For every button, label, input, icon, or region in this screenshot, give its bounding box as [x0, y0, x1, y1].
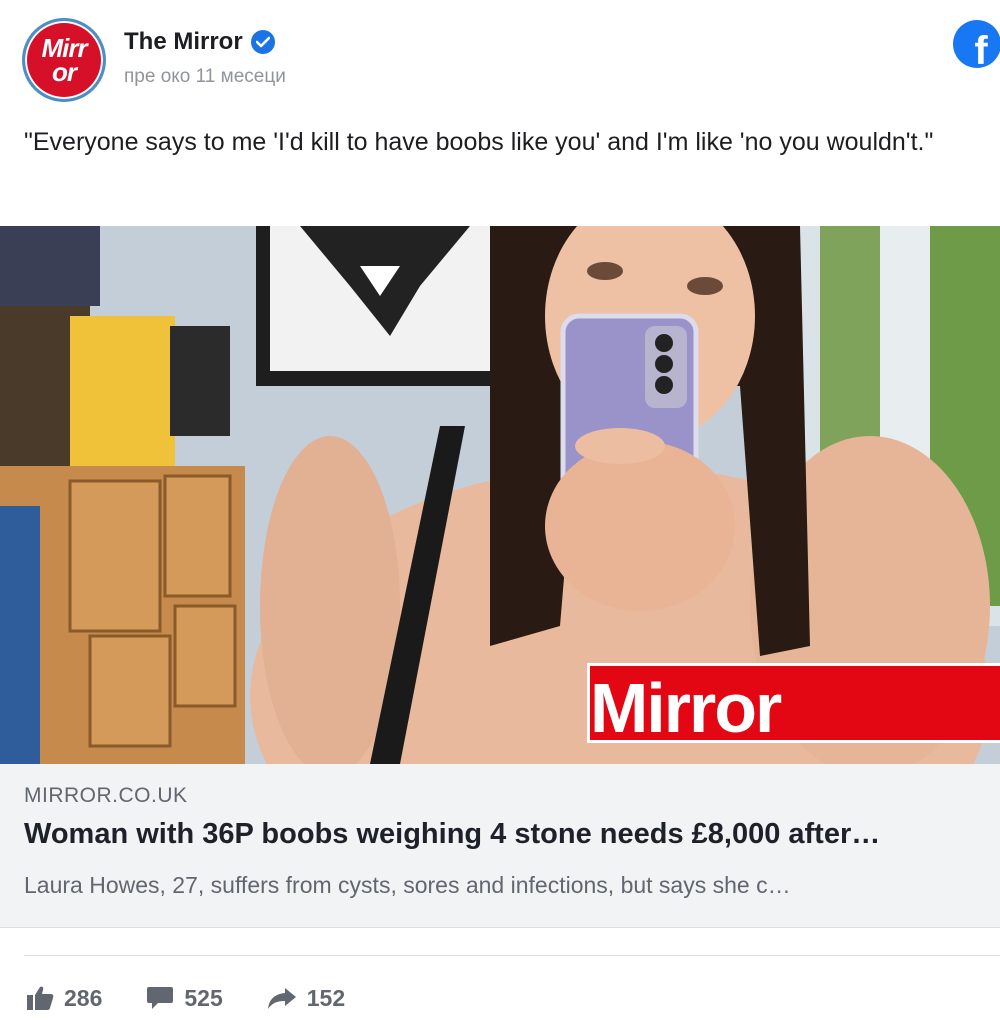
link-description: Laura Howes, 27, suffers from cysts, sor…: [24, 872, 791, 898]
share-count-value: 152: [306, 984, 346, 1011]
verified-badge-icon: [250, 30, 275, 54]
mirror-logo-icon: Mirr or: [41, 33, 87, 87]
mirror-watermark: Mirror: [587, 663, 1000, 747]
share-icon: [267, 988, 296, 1009]
like-count-value: 286: [64, 984, 103, 1011]
like-count[interactable]: 286: [26, 985, 102, 1012]
link-preview-card[interactable]: MIRROR.CO.UK Woman with 36P boobs weighi…: [0, 764, 1000, 928]
share-count[interactable]: 152: [267, 985, 345, 1012]
post-timestamp[interactable]: пре око 11 месеци: [124, 66, 286, 88]
comment-count[interactable]: 525: [146, 984, 223, 1012]
post-header: Mirr or The Mirror пре око 11 месеци f: [0, 0, 1000, 110]
post-stats-bar: 286 525 152: [26, 980, 345, 1016]
link-domain: MIRROR.CO.UK: [24, 784, 188, 807]
link-headline[interactable]: Woman with 36P boobs weighing 4 stone ne…: [24, 818, 1000, 851]
stats-divider: [24, 955, 1000, 956]
post-text: "Everyone says to me 'I'd kill to have b…: [24, 128, 934, 156]
thumbs-up-icon: [27, 986, 54, 1010]
comment-icon: [147, 987, 174, 1009]
post-photo[interactable]: Mirror: [0, 226, 1000, 764]
page-avatar[interactable]: Mirr or: [22, 18, 106, 102]
watermark-text: Mirror: [590, 669, 782, 747]
page-name-link[interactable]: The Mirror: [124, 28, 243, 56]
page-name-row: The Mirror: [124, 28, 275, 56]
facebook-icon[interactable]: f: [953, 20, 1000, 68]
comment-count-value: 525: [184, 984, 223, 1011]
